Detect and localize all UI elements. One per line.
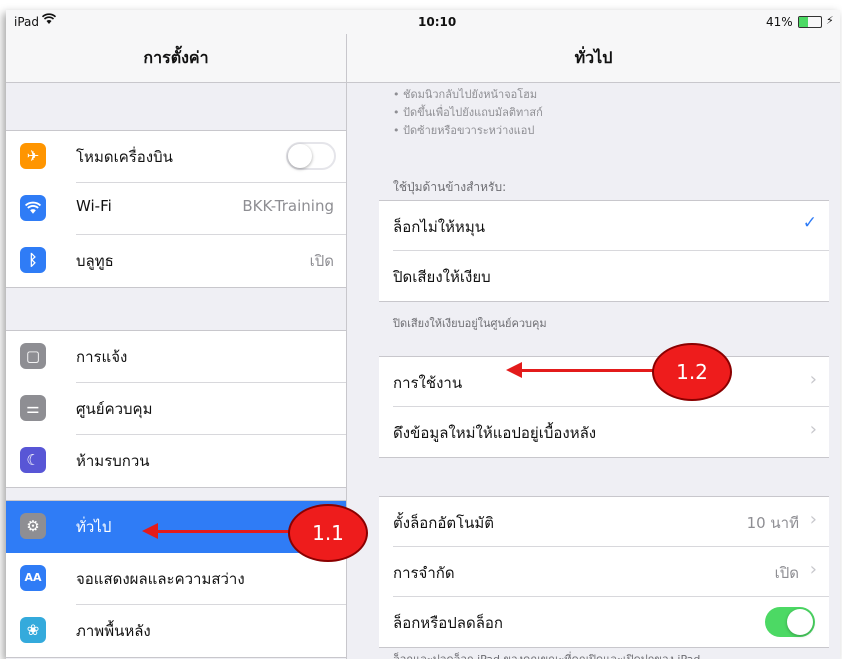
sidebar-item-wallpaper[interactable]: ❀ ภาพพื้นหลัง: [6, 605, 346, 657]
option-mute[interactable]: ปิดเสียงให้เงียบ: [379, 251, 829, 301]
sidebar-item-label: ห้ามรบกวน: [76, 452, 150, 470]
sidebar-item-do-not-disturb[interactable]: ☾ ห้ามรบกวน: [6, 435, 346, 487]
row-background-app-refresh[interactable]: ดึงข้อมูลใหม่ให้แอปอยู่เบื้องหลัง ›: [379, 407, 829, 457]
sidebar-item-notifications[interactable]: ▢ การแจ้ง: [6, 331, 346, 383]
sidebar-item-airplane-mode[interactable]: ✈ โหมดเครื่องบิน: [6, 131, 346, 183]
page-title: ทั่วไป: [574, 48, 613, 67]
annotation-callout-1-1: 1.1: [288, 504, 368, 562]
chevron-right-icon: ›: [809, 369, 817, 390]
option-lock-rotation[interactable]: ล็อกไม่ให้หมุน ✓: [379, 201, 829, 251]
airplane-mode-toggle[interactable]: [286, 142, 336, 170]
row-label: การใช้งาน: [393, 374, 463, 392]
sidebar-item-label: Wi-Fi: [76, 197, 112, 215]
restrictions-value: เปิด: [774, 564, 799, 582]
sidebar-item-label: ศูนย์ควบคุม: [76, 400, 153, 418]
wallpaper-icon: ❀: [20, 617, 46, 643]
sidebar-group-notifications: ▢ การแจ้ง ⚌ ศูนย์ควบคุม ☾ ห้ามรบกวน: [6, 330, 346, 488]
chevron-right-icon: ›: [809, 419, 817, 440]
annotation-arrow-line: [520, 369, 654, 372]
wifi-icon: [41, 13, 57, 28]
sidebar-item-label: การแจ้ง: [76, 348, 128, 366]
row-auto-lock[interactable]: ตั้งล็อกอัตโนมัติ 10 นาที ›: [379, 497, 829, 547]
gesture-help-line: • ปัดซ้ายหรือขวาระหว่างแอป: [393, 124, 535, 137]
gesture-help-text: • ชัดมนิวกลับไปยังหน้าจอโฮม • ปัดขึ้นเพื…: [393, 86, 543, 140]
row-usage[interactable]: การใช้งาน ›: [379, 357, 829, 407]
sidebar-item-display-brightness[interactable]: AA จอแสดงผลและความสว่าง: [6, 553, 346, 605]
side-switch-header: ใช้ปุ่มด้านข้างสำหรับ:: [393, 180, 507, 194]
ipad-screen: iPad 10:10 41% ⚡ การตั้งค่า ✈ โหมดเครื่อ…: [6, 10, 840, 659]
side-switch-footer: ปิดเสียงให้เงียบอยู่ในศูนย์ควบคุม: [393, 317, 547, 330]
row-label: ดึงข้อมูลใหม่ให้แอปอยู่เบื้องหลัง: [393, 424, 597, 442]
wifi-network-name: BKK-Training: [242, 197, 334, 215]
sidebar-item-label: จอแสดงผลและความสว่าง: [76, 570, 245, 588]
annotation-arrow-line: [156, 530, 290, 533]
sidebar-item-bluetooth[interactable]: ᛒ บลูทูธ เปิด: [6, 235, 346, 287]
gesture-help-line: • ชัดมนิวกลับไปยังหน้าจอโฮม: [393, 88, 538, 101]
side-switch-group: ล็อกไม่ให้หมุน ✓ ปิดเสียงให้เงียบ: [379, 200, 829, 302]
row-label: ตั้งล็อกอัตโนมัติ: [393, 514, 495, 532]
airplane-icon: ✈: [20, 143, 46, 169]
wifi-icon: [20, 195, 46, 221]
option-label: ปิดเสียงให้เงียบ: [393, 268, 491, 286]
status-bar: iPad 10:10 41% ⚡: [6, 10, 840, 34]
chevron-right-icon: ›: [809, 509, 817, 530]
gear-icon: ⚙: [20, 513, 46, 539]
lock-group: ตั้งล็อกอัตโนมัติ 10 นาที › การจำกัด เปิ…: [379, 496, 829, 648]
gesture-help-line: • ปัดขึ้นเพื่อไปยังแถบมัลติทาสก์: [393, 106, 543, 119]
sidebar-item-label: ภาพพื้นหลัง: [76, 622, 151, 640]
moon-icon: ☾: [20, 447, 46, 473]
checkmark-icon: ✓: [802, 213, 817, 233]
row-restrictions[interactable]: การจำกัด เปิด ›: [379, 547, 829, 597]
sidebar-title: การตั้งค่า: [143, 48, 209, 67]
control-center-icon: ⚌: [20, 395, 46, 421]
sidebar-item-label: บลูทูธ: [76, 252, 114, 270]
option-label: ล็อกไม่ให้หมุน: [393, 218, 485, 236]
lock-footer: ล็อกและปลดล็อก iPad ของคุณขณะที่คุณปิดแล…: [393, 650, 700, 659]
bluetooth-status: เปิด: [309, 252, 334, 270]
lock-unlock-toggle[interactable]: [765, 607, 815, 637]
charging-icon: ⚡: [826, 14, 834, 27]
battery-icon: [798, 16, 822, 28]
display-icon: AA: [20, 565, 46, 591]
notifications-icon: ▢: [20, 343, 46, 369]
chevron-right-icon: ›: [809, 559, 817, 580]
carrier-label: iPad: [14, 15, 40, 29]
annotation-callout-1-2: 1.2: [652, 343, 732, 401]
sidebar-group-connectivity: ✈ โหมดเครื่องบิน Wi-Fi BKK-Training ᛒ บล…: [6, 130, 346, 288]
row-lock-unlock[interactable]: ล็อกหรือปลดล็อก: [379, 597, 829, 647]
row-label: ล็อกหรือปลดล็อก: [393, 614, 503, 632]
sidebar-item-label: โหมดเครื่องบิน: [76, 148, 173, 166]
bluetooth-icon: ᛒ: [20, 247, 46, 273]
sidebar-item-wifi[interactable]: Wi-Fi BKK-Training: [6, 183, 346, 235]
battery-percent: 41%: [766, 15, 793, 29]
row-label: การจำกัด: [393, 564, 455, 582]
pane-header: ทั่วไป: [347, 34, 840, 83]
settings-sidebar: การตั้งค่า ✈ โหมดเครื่องบิน Wi-Fi BKK-Tr…: [6, 34, 347, 659]
clock: 10:10: [418, 15, 457, 29]
auto-lock-value: 10 นาที: [746, 514, 799, 532]
general-settings-pane: ทั่วไป • ชัดมนิวกลับไปยังหน้าจอโฮม • ปัด…: [347, 34, 840, 659]
sidebar-item-control-center[interactable]: ⚌ ศูนย์ควบคุม: [6, 383, 346, 435]
sidebar-item-label: ทั่วไป: [76, 518, 112, 536]
sidebar-header: การตั้งค่า: [6, 34, 346, 83]
